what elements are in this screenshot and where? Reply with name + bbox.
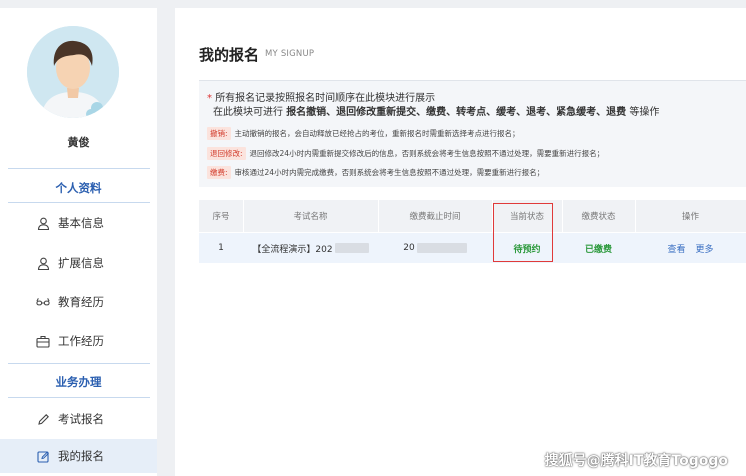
sidebar-item-label: 考试报名 — [58, 412, 104, 426]
rule-tag: 退回修改: — [207, 147, 246, 160]
notice-rule-return: 退回修改: 退回修改24小时内需重新提交修改后的信息，否则系统会将考生信息按照不… — [207, 147, 604, 160]
header-deadline: 缴费截止时间 — [409, 212, 461, 222]
page-title: 我的报名 — [199, 46, 260, 64]
table-header: 序号 考试名称 缴费截止时间 当前状态 缴费状态 操作 — [199, 200, 746, 232]
sidebar-item-label: 扩展信息 — [58, 256, 104, 270]
cell-payment-status: 已缴费 — [584, 244, 612, 255]
watermark: 搜狐号@腾科IT教育Togogo — [544, 453, 728, 469]
cell-index: 1 — [218, 243, 224, 253]
header-index: 序号 — [212, 212, 230, 222]
pencil-icon — [36, 412, 50, 426]
cell-exam-name: 【全流程演示】202 — [243, 233, 378, 263]
section-title-personal: 个人资料 — [55, 181, 102, 195]
avatar — [27, 26, 119, 118]
sidebar-item-work[interactable]: 工作经历 — [0, 324, 157, 358]
notice-line2: 在此模块可进行 报名撤销、退回修改重新提交、缴费、转考点、缓考、退考、紧急缓考、… — [213, 103, 659, 118]
cell-actions: 查看 更多 — [635, 233, 746, 263]
rule-text: 退回修改24小时内需重新提交修改后的信息，否则系统会将考生信息按照不通过处理，需… — [249, 149, 605, 158]
table-row: 1 【全流程演示】202 20 待预约 已缴费 查看 更多 — [199, 233, 746, 263]
cell-deadline: 20 — [378, 233, 492, 263]
notice-text: 等操作 — [629, 107, 660, 118]
sidebar-item-label: 工作经历 — [58, 334, 104, 348]
notice-rule-cancel: 撤销: 主动撤销的报名，会自动释放已经抢占的考位，重新报名时需重新选择考点进行报… — [207, 127, 520, 140]
header-exam-name: 考试名称 — [293, 212, 328, 222]
status-highlight-box — [493, 203, 553, 262]
page-subtitle: MY SIGNUP — [265, 49, 315, 59]
header-payment-status: 缴费状态 — [581, 212, 616, 222]
rule-text: 主动撤销的报名，会自动释放已经抢占的考位，重新报名时需重新选择考点进行报名； — [234, 129, 520, 138]
notice-line1: * 所有报名记录按照报名时间顺序在此模块进行展示 — [207, 89, 435, 104]
sidebar-item-label: 我的报名 — [58, 449, 104, 463]
section-title-business: 业务办理 — [55, 375, 102, 389]
avatar-image — [27, 26, 119, 118]
header-actions: 操作 — [681, 212, 699, 222]
rule-tag: 缴费: — [207, 166, 231, 179]
redacted-block — [416, 243, 467, 253]
notice-rule-payment: 缴费: 审核通过24小时内需完成缴费，否则系统会将考生信息按照不通过处理，需要重… — [207, 166, 544, 179]
divider — [8, 363, 150, 364]
notice-text: 在此模块可进行 — [213, 107, 283, 118]
sidebar: 黄俊 个人资料 基本信息 扩展信息 教育经历 工作经历 业务办理 考试报名 我的… — [0, 8, 157, 476]
user-icon — [36, 256, 50, 270]
briefcase-icon — [36, 334, 50, 348]
edit-document-icon — [36, 449, 50, 463]
sidebar-item-label: 基本信息 — [58, 216, 104, 230]
deadline-text: 20 — [403, 243, 415, 253]
sidebar-item-extended-info[interactable]: 扩展信息 — [0, 246, 157, 280]
rule-text: 审核通过24小时内需完成缴费，否则系统会将考生信息按照不通过处理，需要重新进行报… — [234, 168, 545, 177]
view-link[interactable]: 查看 — [667, 242, 685, 255]
user-icon — [36, 216, 50, 230]
more-link[interactable]: 更多 — [696, 242, 714, 255]
divider — [8, 397, 150, 398]
notice-box: * 所有报名记录按照报名时间顺序在此模块进行展示 在此模块可进行 报名撤销、退回… — [199, 80, 746, 187]
exam-name-text: 【全流程演示】202 — [252, 244, 333, 255]
glasses-icon — [36, 295, 50, 309]
main-panel: 我的报名 MY SIGNUP * 所有报名记录按照报名时间顺序在此模块进行展示 … — [175, 8, 746, 476]
redacted-block — [334, 243, 369, 253]
notice-operations: 报名撤销、退回修改重新提交、缴费、转考点、缓考、退考、紧急缓考、退费 — [286, 107, 627, 118]
divider — [8, 202, 150, 203]
sidebar-item-basic-info[interactable]: 基本信息 — [0, 206, 157, 240]
sidebar-item-education[interactable]: 教育经历 — [0, 285, 157, 319]
sidebar-item-my-signup[interactable]: 我的报名 — [0, 439, 157, 473]
username: 黄俊 — [67, 136, 90, 149]
divider — [8, 168, 150, 169]
rule-tag: 撤销: — [207, 127, 231, 140]
required-star: * — [207, 93, 212, 104]
sidebar-item-exam-signup[interactable]: 考试报名 — [0, 402, 157, 436]
sidebar-item-label: 教育经历 — [58, 295, 104, 309]
